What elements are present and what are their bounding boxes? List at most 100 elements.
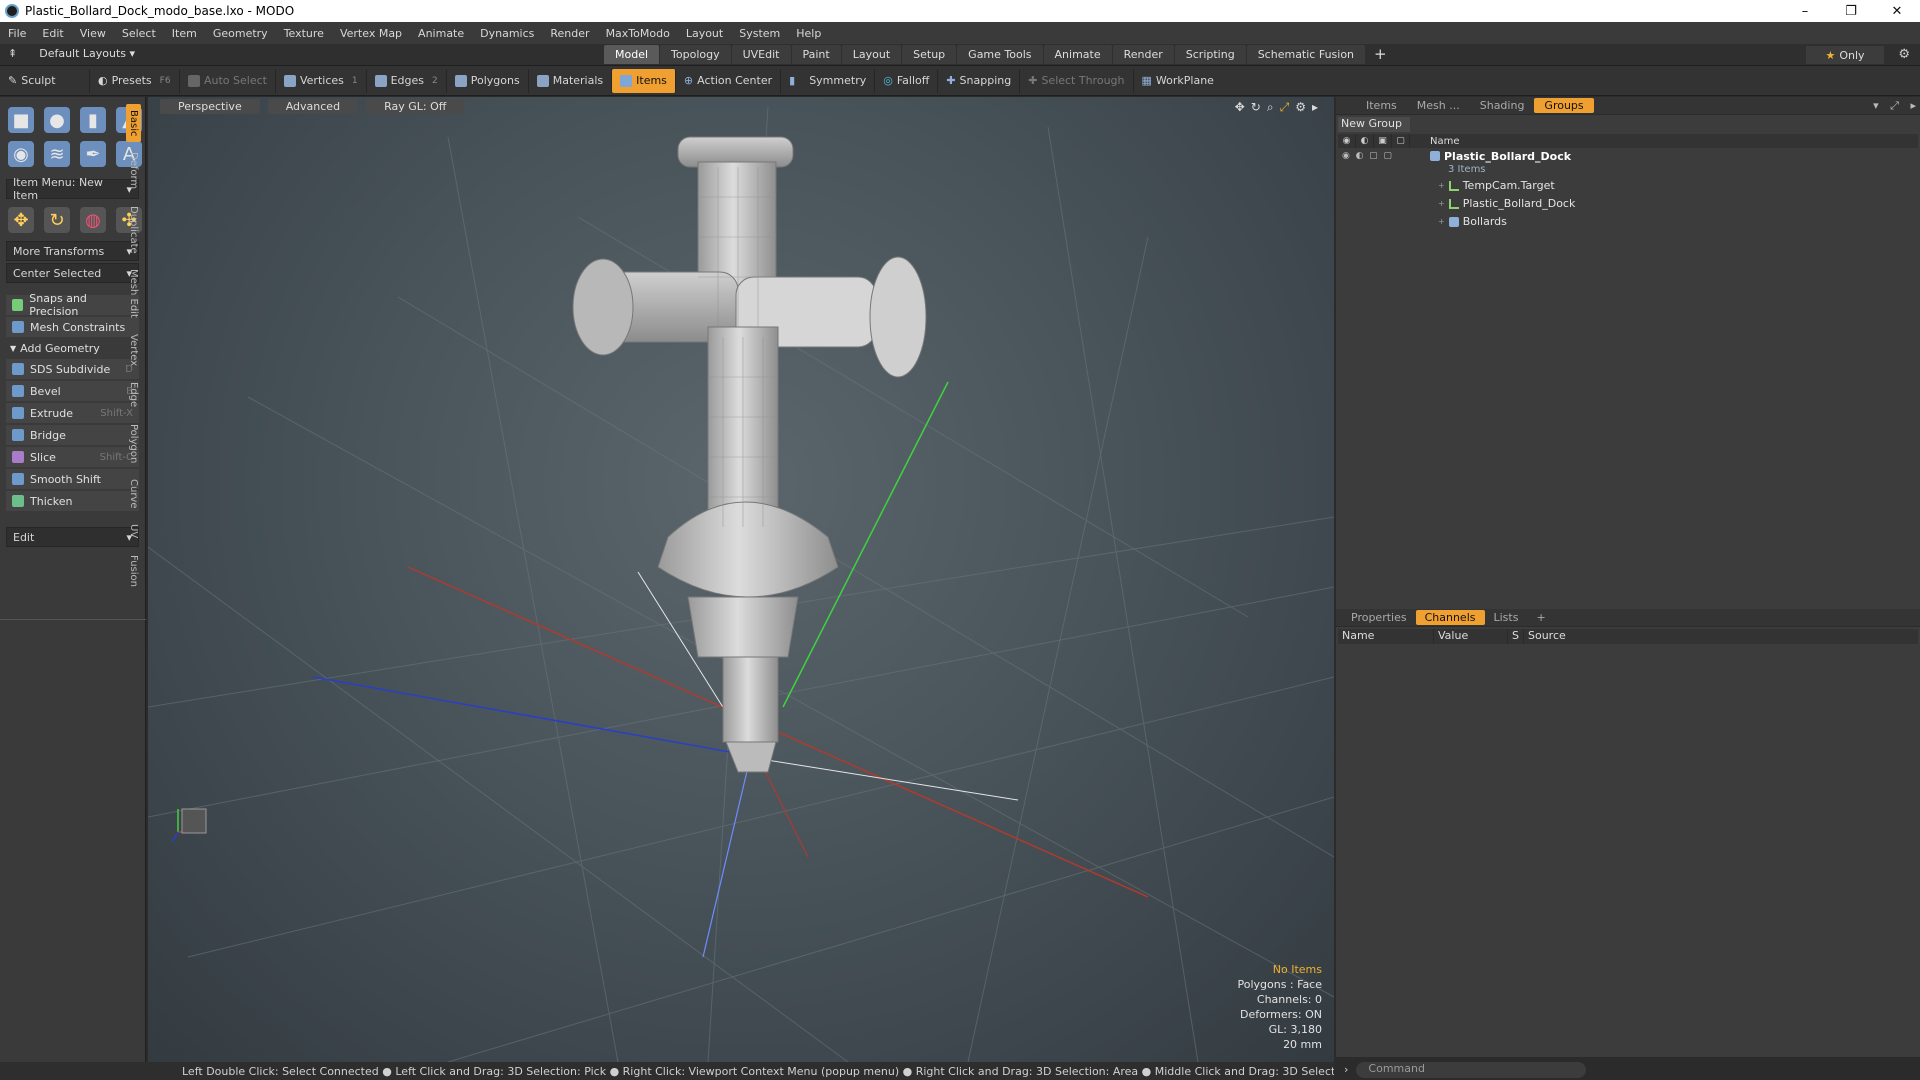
maximize-button[interactable]: ❐ [1828,0,1874,22]
menu-help[interactable]: Help [788,27,829,40]
tab-topology[interactable]: Topology [660,45,731,64]
add-tab-button[interactable]: + [1527,610,1554,625]
group-row[interactable]: ◉ ◐ ▢ ▢ Plastic_Bollard_Dock [1338,149,1918,163]
tab-schematic-fusion[interactable]: Schematic Fusion [1246,45,1366,64]
raygl-toggle[interactable]: Ray GL: Off [366,98,465,114]
menu-item[interactable]: Item [164,27,205,40]
thicken-button[interactable]: Thicken [6,491,139,511]
center-selected-dropdown[interactable]: Center Selected ▾ [6,263,139,283]
menu-edit[interactable]: Edit [34,27,71,40]
add-geometry-header[interactable]: ▼ Add Geometry [6,339,139,357]
tab-paint[interactable]: Paint [791,45,841,64]
symmetry-button[interactable]: ▮ Symmetry [781,68,876,93]
action-center-button[interactable]: ⊕ Action Center [676,68,782,93]
vtab-mesh-edit[interactable]: Mesh Edit [126,263,141,324]
more-transforms-dropdown[interactable]: More Transforms ▾ [6,241,139,261]
polygons-button[interactable]: Polygons [447,68,529,93]
tab-setup[interactable]: Setup [902,45,957,64]
tab-groups[interactable]: Groups [1534,98,1594,113]
vtab-deform[interactable]: Deform [126,146,141,195]
presets-button[interactable]: ◐ Presets F6 [90,68,180,93]
rotate-icon[interactable]: ↻ [44,207,70,233]
menu-dynamics[interactable]: Dynamics [472,27,542,40]
menu-animate[interactable]: Animate [410,27,472,40]
expand-icon[interactable]: + [1438,217,1445,226]
tab-lists[interactable]: Lists [1485,610,1528,625]
menu-system[interactable]: System [731,27,788,40]
tab-shading[interactable]: Shading [1470,98,1535,113]
edges-button[interactable]: Edges 2 [367,68,447,93]
tab-animate[interactable]: Animate [1043,45,1112,64]
tab-scripting[interactable]: Scripting [1174,45,1246,64]
torus-icon[interactable]: ◉ [8,141,34,167]
tab-channels[interactable]: Channels [1415,610,1485,625]
bridge-button[interactable]: Bridge [6,425,139,445]
menu-view[interactable]: View [72,27,114,40]
tab-items[interactable]: Items [1356,98,1407,113]
curve-icon[interactable]: ≋ [44,141,70,167]
pan-icon[interactable]: ✥ [1235,100,1245,115]
3d-viewport[interactable]: Perspective Advanced Ray GL: Off ✥ ↻ ⌕ ⤢… [148,97,1334,1062]
items-button[interactable]: Items [612,68,676,93]
shading-dropdown[interactable]: Advanced [267,98,359,114]
cube-icon[interactable]: ■ [8,107,34,133]
menu-file[interactable]: File [0,27,34,40]
layout-toggle-icon[interactable]: ⇞ [8,47,17,60]
expand-icon[interactable]: + [1438,181,1445,190]
vtab-vertex[interactable]: Vertex [126,328,141,372]
edit-dropdown[interactable]: Edit ▾ [6,527,139,547]
tab-render[interactable]: Render [1112,45,1174,64]
cylinder-icon[interactable]: ▮ [80,107,106,133]
vtab-uv[interactable]: UV [126,518,141,544]
vtab-fusion[interactable]: Fusion [126,549,141,593]
smooth-shift-button[interactable]: Smooth Shift [6,469,139,489]
select-through-button[interactable]: ✚ Select Through [1020,68,1134,93]
tab-layout[interactable]: Layout [841,45,902,64]
sphere-icon[interactable]: ● [44,107,70,133]
viewport-scene[interactable] [148,97,1334,1062]
orbit-icon[interactable]: ↻ [1251,100,1261,115]
extrude-button[interactable]: Extrude Shift-X [6,403,139,423]
vtab-basic[interactable]: Basic [126,104,141,143]
new-group-button[interactable]: New Group [1338,117,1410,132]
expand-icon[interactable]: + [1438,199,1445,208]
menu-select[interactable]: Select [114,27,164,40]
snaps-precision-button[interactable]: Snaps and Precision [6,292,139,318]
tab-game-tools[interactable]: Game Tools [957,45,1043,64]
workplane-button[interactable]: ▦ WorkPlane [1134,69,1222,93]
mesh-constraints-button[interactable]: Mesh Constraints [6,317,139,337]
bevel-button[interactable]: Bevel B [6,381,139,401]
falloff-button[interactable]: ◎ Falloff [875,68,939,93]
view-mode-dropdown[interactable]: Perspective [160,98,260,114]
gear-icon[interactable]: ⚙ [1898,47,1910,62]
visibility-icon[interactable]: ◉ ◐ ▢ ▢ [1342,151,1392,161]
vtab-polygon[interactable]: Polygon [126,418,141,469]
tab-model[interactable]: Model [604,45,660,64]
group-member-row[interactable]: + Plastic_Bollard_Dock [1338,196,1918,211]
vtab-edge[interactable]: Edge [126,376,141,413]
slice-button[interactable]: Slice Shift-C [6,447,139,467]
layout-preset-dropdown[interactable]: Default Layouts ▾ [39,47,135,60]
tab-mesh[interactable]: Mesh ... [1407,98,1470,113]
auto-select-button[interactable]: Auto Select [180,68,276,93]
scale-icon[interactable]: ◍ [80,207,106,233]
minimize-button[interactable]: – [1782,0,1828,22]
only-toggle[interactable]: ★ Only [1806,46,1884,64]
group-member-row[interactable]: + Bollards [1338,214,1918,229]
zoom-icon[interactable]: ⌕ [1267,100,1274,115]
sculpt-button[interactable]: ✎ Sculpt [0,68,90,93]
vertices-button[interactable]: Vertices 1 [276,68,367,93]
add-tab-button[interactable]: + [1366,45,1395,64]
expand-icon[interactable]: ▸ [1312,100,1318,115]
command-input[interactable]: Command [1356,1061,1587,1078]
close-button[interactable]: ✕ [1874,0,1920,22]
menu-render[interactable]: Render [542,27,597,40]
vtab-curve[interactable]: Curve [126,473,141,515]
panel-options-icon[interactable]: ▾ ⤢ ▸ [1873,99,1920,113]
group-member-row[interactable]: + TempCam.Target [1338,178,1918,193]
pen-icon[interactable]: ✒ [80,141,106,167]
menu-vertex-map[interactable]: Vertex Map [332,27,410,40]
menu-texture[interactable]: Texture [276,27,332,40]
item-menu-dropdown[interactable]: Item Menu: New Item ▾ [6,176,139,202]
move-icon[interactable]: ✥ [8,207,34,233]
